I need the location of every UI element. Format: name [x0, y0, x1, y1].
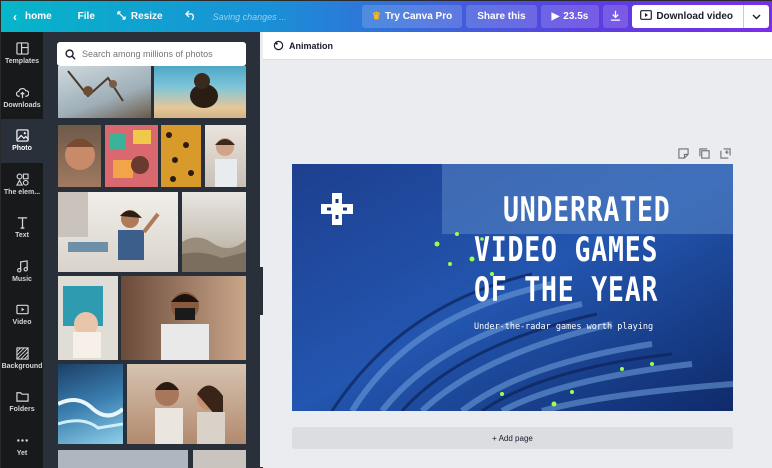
try-pro-label: Try Canva Pro: [384, 11, 453, 22]
animation-label: Animation: [289, 40, 333, 51]
share-button[interactable]: Share this: [466, 5, 537, 28]
rail-item-elements[interactable]: The elem...: [1, 163, 43, 207]
search-icon: [65, 48, 76, 60]
duplicate-page-icon[interactable]: [699, 146, 710, 164]
rail-label: Text: [15, 232, 29, 240]
rail-item-folders[interactable]: Folders: [1, 380, 43, 424]
background-icon: [15, 347, 29, 360]
elements-icon: [15, 173, 29, 186]
photo-thumbnail[interactable]: [58, 192, 178, 272]
photo-thumbnail[interactable]: [127, 364, 246, 444]
resize-button[interactable]: Resize: [103, 1, 171, 32]
design-title-line-2[interactable]: VIDEO GAMES: [474, 230, 658, 270]
photo-thumbnail[interactable]: [58, 276, 118, 360]
search-bar[interactable]: [57, 42, 246, 66]
music-icon: [16, 259, 28, 273]
photo-thumbnail[interactable]: [121, 276, 246, 360]
home-button[interactable]: ‹ home: [1, 1, 60, 32]
rail-label: The elem...: [3, 188, 41, 196]
rail-label: Photo: [12, 145, 32, 153]
rail-label: Downloads: [3, 101, 41, 109]
download-video-button[interactable]: Download video: [632, 5, 769, 28]
rail-label: Background: [1, 362, 43, 370]
play-icon: ▶: [551, 11, 560, 22]
animation-icon: [273, 40, 284, 51]
editor-toolbar: Animation: [263, 32, 772, 60]
photo-thumbnail[interactable]: [58, 66, 151, 118]
editor-area: Animation UNDERRATED VIDEO GAMES OF THE …: [263, 32, 772, 468]
download-icon: [610, 10, 621, 24]
resize-icon: [117, 10, 126, 23]
design-canvas[interactable]: UNDERRATED VIDEO GAMES OF THE YEAR Under…: [292, 164, 733, 411]
crown-icon: ♛: [372, 11, 381, 22]
rail-label: Folders: [9, 406, 35, 414]
photo-thumbnail[interactable]: [58, 125, 101, 187]
more-icon: [16, 439, 28, 442]
photo-thumbnail[interactable]: [58, 450, 188, 468]
templates-icon: [15, 42, 29, 55]
add-page-icon[interactable]: [720, 146, 731, 164]
download-icon-button[interactable]: [603, 5, 629, 28]
rail-item-photo[interactable]: Photo: [1, 119, 43, 163]
rail-item-templates[interactable]: Templates: [1, 32, 43, 76]
chevron-left-icon: ‹: [13, 9, 17, 24]
file-label: File: [77, 11, 95, 22]
photo-thumbnail[interactable]: [182, 192, 246, 272]
folder-icon: [15, 392, 29, 402]
text-icon: [17, 217, 27, 229]
rail-item-music[interactable]: Music: [1, 250, 43, 294]
add-page-button[interactable]: + Add page: [292, 427, 733, 449]
animation-button[interactable]: Animation: [273, 40, 333, 51]
download-video-label: Download video: [656, 11, 733, 22]
rail-item-more[interactable]: Yet: [1, 424, 43, 468]
note-icon[interactable]: [678, 146, 689, 164]
duration-label: 23.5s: [563, 11, 589, 22]
photo-thumbnail[interactable]: [193, 450, 246, 468]
video-icon: [15, 304, 29, 315]
photo-thumbnail[interactable]: [58, 364, 123, 444]
rail-label: Video: [12, 319, 32, 327]
design-title-line-1[interactable]: UNDERRATED: [503, 190, 670, 230]
file-menu[interactable]: File: [60, 1, 103, 32]
rail-label: Music: [12, 275, 32, 283]
video-icon: [640, 10, 653, 23]
top-bar: ‹ home File Resize Saving changes ... ♛ …: [1, 1, 772, 32]
try-pro-button[interactable]: ♛ Try Canva Pro: [362, 5, 463, 28]
photo-thumbnail[interactable]: [105, 125, 158, 187]
photo-thumbnail[interactable]: [205, 125, 246, 187]
play-button[interactable]: ▶ 23.5s: [540, 5, 600, 28]
side-rail: Templates Downloads Photo The elem... Te…: [1, 32, 43, 468]
rail-item-downloads[interactable]: Downloads: [1, 76, 43, 120]
rail-item-background[interactable]: Background: [1, 337, 43, 381]
page-tools: [678, 146, 731, 164]
rail-item-video[interactable]: Video: [1, 293, 43, 337]
chevron-down-icon[interactable]: [743, 5, 769, 28]
resize-label: Resize: [130, 11, 163, 22]
design-title-line-3[interactable]: OF THE YEAR: [474, 270, 658, 310]
photo-thumbnail[interactable]: [161, 125, 201, 187]
upload-cloud-icon: [15, 87, 29, 98]
share-label: Share this: [477, 11, 526, 22]
undo-button[interactable]: [171, 1, 205, 32]
photo-thumbnail[interactable]: [154, 66, 246, 118]
top-bar-actions: ♛ Try Canva Pro Share this ▶ 23.5s Downl…: [362, 1, 772, 32]
design-subtitle[interactable]: Under-the-radar games worth playing: [474, 322, 653, 332]
photo-panel: [43, 32, 260, 468]
gamepad-icon: [321, 193, 353, 225]
home-label: home: [25, 11, 52, 22]
rail-label: Yet: [16, 449, 28, 457]
rail-label: Templates: [4, 58, 40, 66]
saving-status: Saving changes ...: [212, 11, 287, 22]
undo-icon: [184, 10, 197, 23]
photo-icon: [15, 129, 29, 142]
rail-item-text[interactable]: Text: [1, 206, 43, 250]
search-input[interactable]: [82, 49, 242, 59]
